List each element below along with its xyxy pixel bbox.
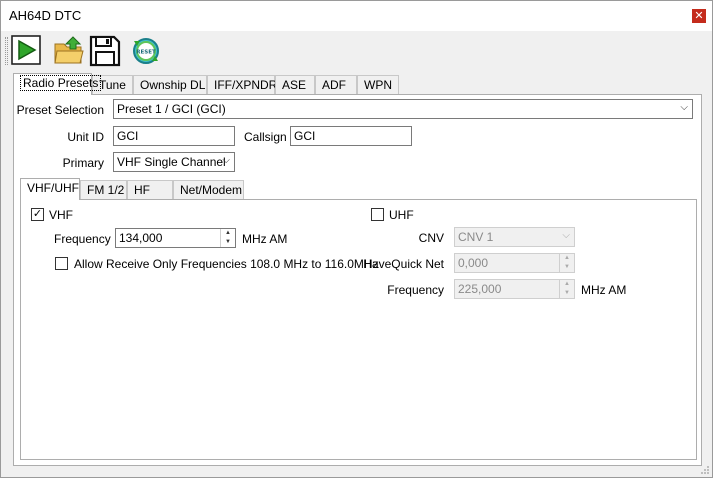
cnv-dropdown[interactable]: CNV 1 ⌵ xyxy=(454,227,575,247)
toolbar-grip[interactable] xyxy=(5,37,8,65)
callsign-label: Callsign xyxy=(244,130,287,144)
primary-value: VHF Single Channel xyxy=(117,155,226,169)
toolbar: RESET xyxy=(1,31,712,71)
stepper-down-icon[interactable]: ▼ xyxy=(221,238,235,247)
uhf-unit-label: MHz AM xyxy=(581,283,627,297)
stepper-down-icon[interactable]: ▼ xyxy=(560,263,574,272)
primary-label: Primary xyxy=(62,156,104,170)
reset-icon: RESET xyxy=(133,38,159,64)
close-button[interactable]: ✕ xyxy=(692,9,706,23)
preset-selection-label: Preset Selection xyxy=(16,103,104,117)
stepper-down-icon[interactable]: ▼ xyxy=(560,289,574,298)
resize-grip-icon[interactable] xyxy=(700,465,710,475)
app-window: AH64D DTC ✕ RESET Radio Presets Tune Own… xyxy=(0,0,713,478)
uhf-frequency-value: 225,000 xyxy=(458,282,502,296)
uhf-checkbox[interactable] xyxy=(371,208,384,221)
allow-receive-only-checkbox[interactable] xyxy=(55,257,68,270)
havequick-net-label: HaveQuick Net xyxy=(363,257,444,271)
preset-selection-value: Preset 1 / GCI (GCI) xyxy=(117,102,226,116)
tab-ase[interactable]: ASE xyxy=(275,75,315,94)
chevron-down-icon: ⌵ xyxy=(680,102,688,113)
cnv-value: CNV 1 xyxy=(458,230,494,244)
unit-id-label: Unit ID xyxy=(67,130,104,144)
vhf-uhf-panel: ✓ VHF Frequency 134,000 ▲ ▼ MHz AM Allow… xyxy=(20,199,697,460)
uhf-label: UHF xyxy=(389,208,414,222)
tab-fm-1-2[interactable]: FM 1/2 xyxy=(80,180,127,199)
callsign-input[interactable]: GCI xyxy=(290,126,412,146)
tab-adf[interactable]: ADF xyxy=(315,75,357,94)
tab-vhf-uhf[interactable]: VHF/UHF xyxy=(20,178,80,200)
reset-icon-label: RESET xyxy=(136,50,156,56)
tab-hf[interactable]: HF xyxy=(127,180,173,199)
vhf-frequency-stepper[interactable]: 134,000 ▲ ▼ xyxy=(115,228,236,248)
vhf-frequency-label: Frequency xyxy=(54,232,111,246)
run-button[interactable] xyxy=(11,35,45,67)
primary-dropdown[interactable]: VHF Single Channel ⌵ xyxy=(113,152,235,172)
allow-receive-only-label: Allow Receive Only Frequencies 108.0 MHz… xyxy=(74,257,379,271)
stepper-up-icon[interactable]: ▲ xyxy=(221,229,235,238)
window-title: AH64D DTC xyxy=(9,8,82,23)
uhf-frequency-label: Frequency xyxy=(387,283,444,297)
save-button[interactable] xyxy=(89,35,123,67)
stepper-up-icon[interactable]: ▲ xyxy=(560,254,574,263)
tab-radio-presets[interactable]: Radio Presets xyxy=(13,73,102,95)
preset-selection-dropdown[interactable]: Preset 1 / GCI (GCI) ⌵ xyxy=(113,99,693,119)
uhf-frequency-stepper[interactable]: 225,000 ▲ ▼ xyxy=(454,279,575,299)
cnv-label: CNV xyxy=(418,231,444,245)
stepper-up-icon[interactable]: ▲ xyxy=(560,280,574,289)
vhf-checkbox[interactable]: ✓ xyxy=(31,208,44,221)
title-bar[interactable]: AH64D DTC ✕ xyxy=(1,1,712,31)
tab-iff-xpndr[interactable]: IFF/XPNDR xyxy=(207,75,277,94)
save-icon xyxy=(89,35,121,67)
havequick-net-value: 0,000 xyxy=(458,256,489,270)
open-folder-icon xyxy=(54,36,84,64)
vhf-frequency-value: 134,000 xyxy=(119,231,163,245)
radio-presets-panel: Preset Selection Preset 1 / GCI (GCI) ⌵ … xyxy=(13,94,702,466)
vhf-label: VHF xyxy=(49,208,73,222)
chevron-down-icon: ⌵ xyxy=(562,230,570,241)
tab-net-modem[interactable]: Net/Modem xyxy=(173,180,244,199)
tab-ownship-dl[interactable]: Ownship DL xyxy=(133,75,207,94)
run-icon xyxy=(11,35,41,65)
chevron-down-icon: ⌵ xyxy=(222,155,230,166)
havequick-net-stepper[interactable]: 0,000 ▲ ▼ xyxy=(454,253,575,273)
reset-button[interactable]: RESET xyxy=(129,35,163,67)
unit-id-input[interactable]: GCI xyxy=(113,126,235,146)
tab-wpn[interactable]: WPN xyxy=(357,75,399,94)
open-button[interactable] xyxy=(53,35,87,67)
vhf-unit-label: MHz AM xyxy=(242,232,288,246)
